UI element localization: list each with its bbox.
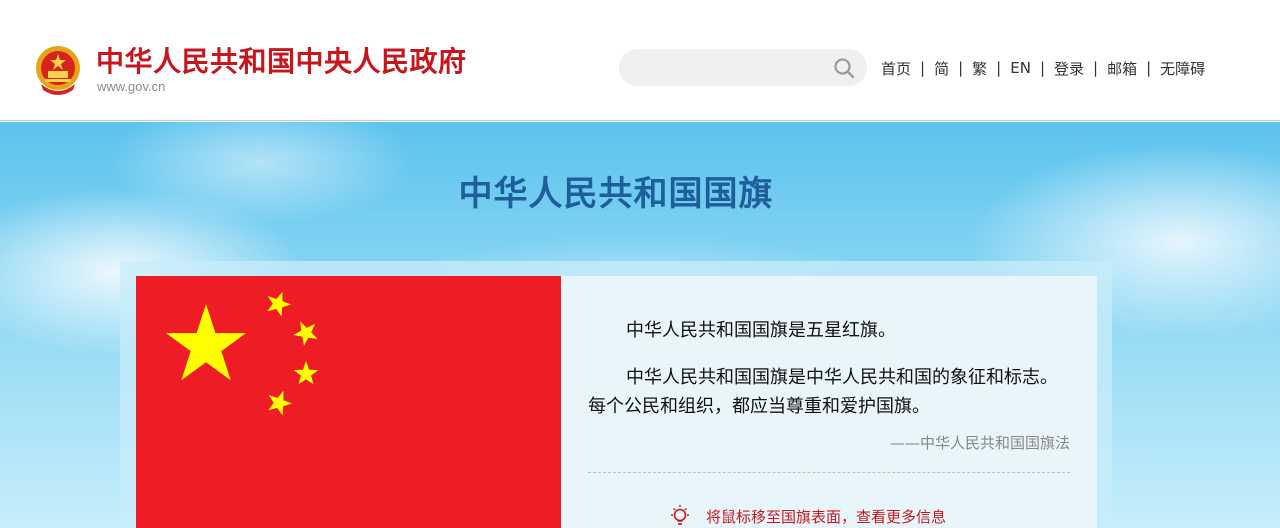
small-star-icon xyxy=(293,361,319,385)
search-icon[interactable] xyxy=(833,57,855,79)
nav-separator: | xyxy=(1093,59,1099,77)
site-title[interactable]: 中华人民共和国中央人民政府 xyxy=(96,40,467,80)
search-box[interactable] xyxy=(619,49,867,86)
national-flag[interactable] xyxy=(136,276,561,528)
nav-separator: | xyxy=(1039,59,1045,77)
search-input[interactable] xyxy=(635,56,835,78)
page-title: 中华人民共和国国旗 xyxy=(458,174,774,214)
hint-text: 将鼠标移至国旗表面，查看更多信息 xyxy=(706,507,947,526)
small-star-icon xyxy=(267,291,292,317)
flag-info-panel: 中华人民共和国国旗是五星红旗。 中华人民共和国国旗是中华人民共和国的象征和标志。… xyxy=(561,276,1097,528)
top-nav: 首页 | 简 | 繁 | EN | 登录 | 邮箱 | 无障碍 xyxy=(881,58,1205,78)
nav-separator: | xyxy=(920,59,926,77)
large-star-icon xyxy=(166,304,246,381)
nav-simplified-link[interactable]: 简 xyxy=(934,58,949,79)
small-star-icon xyxy=(268,390,293,416)
small-star-icon xyxy=(293,321,318,346)
nav-accessibility-link[interactable]: 无障碍 xyxy=(1160,58,1205,79)
nav-login-link[interactable]: 登录 xyxy=(1054,58,1084,79)
nav-traditional-link[interactable]: 繁 xyxy=(972,58,987,79)
site-header: 中华人民共和国中央人民政府 www.gov.cn 首页 | 简 | 繁 | EN… xyxy=(0,0,1280,121)
nav-mail-link[interactable]: 邮箱 xyxy=(1107,58,1137,79)
flag-significance: 中华人民共和国国旗是中华人民共和国的象征和标志。每个公民和组织，都应当尊重和爱护… xyxy=(588,367,1058,417)
quote-source: ——中华人民共和国国旗法 xyxy=(889,434,1070,452)
site-url: www.gov.cn xyxy=(97,79,166,94)
nav-separator: | xyxy=(958,59,964,77)
hover-hint: 将鼠标移至国旗表面，查看更多信息 xyxy=(668,504,946,528)
nav-separator: | xyxy=(996,59,1002,77)
flag-stars xyxy=(166,291,319,416)
nav-home-link[interactable]: 首页 xyxy=(881,58,911,79)
national-emblem-icon[interactable] xyxy=(33,44,83,96)
nav-separator: | xyxy=(1146,59,1152,77)
flag-description: 中华人民共和国国旗是五星红旗。 xyxy=(626,320,896,341)
nav-english-link[interactable]: EN xyxy=(1010,59,1031,77)
dashed-divider xyxy=(588,472,1070,473)
lightbulb-icon xyxy=(671,505,689,525)
